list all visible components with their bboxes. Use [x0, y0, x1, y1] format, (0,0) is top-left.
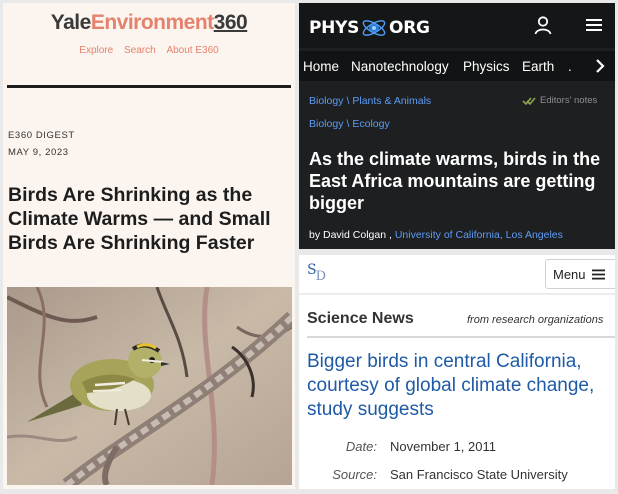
source-label: Source:: [332, 467, 377, 482]
yale-e360-panel: YaleEnvironment360 Explore Search About …: [3, 3, 295, 489]
check-icon: [522, 96, 536, 105]
byline-institution[interactable]: University of California, Los Angeles: [395, 229, 563, 241]
physorg-header: PHYS ORG: [299, 3, 615, 48]
crumb-ecology[interactable]: Ecology: [352, 118, 389, 130]
date-label: Date:: [345, 439, 377, 454]
logo-yale: Yale: [50, 11, 92, 34]
editors-notes-label: Editors' notes: [540, 95, 598, 106]
sciencedaily-logo[interactable]: SD: [307, 262, 327, 284]
menu-icon: [591, 269, 605, 279]
logo-environment: Environment: [90, 11, 214, 34]
breadcrumb-ecology: Biology \ Ecology: [309, 118, 390, 130]
source-value: San Francisco State University: [390, 467, 568, 482]
date-value: November 1, 2011: [390, 439, 496, 454]
article-section[interactable]: E360 DIGEST: [8, 130, 75, 141]
menu-label: Menu: [553, 266, 586, 282]
kinglet-bird-photo: [7, 287, 292, 485]
breadcrumb-plants-animals: Biology \ Plants & Animals: [309, 95, 431, 107]
logo-phys: PHYS: [309, 18, 360, 38]
crumb-separator: \: [346, 118, 350, 130]
nav-nanotechnology[interactable]: Nanotechnology: [351, 59, 449, 74]
byline-author: by David Colgan ,: [309, 229, 392, 241]
physorg-panel: PHYS ORG Home Nanotechnology Physics Ear…: [299, 3, 615, 249]
nav-about[interactable]: About E360: [166, 45, 218, 56]
sciencedaily-panel: SD Menu Science News from research organ…: [299, 255, 615, 489]
logo-d: D: [315, 269, 327, 284]
atom-icon: [362, 20, 386, 36]
yale-nav: Explore Search About E360: [3, 45, 295, 56]
logo-org: ORG: [389, 18, 430, 38]
section-subtitle: from research organizations: [467, 314, 604, 326]
nav-physics[interactable]: Physics: [463, 59, 510, 74]
menu-icon[interactable]: [585, 17, 603, 33]
chevron-right-icon[interactable]: [594, 58, 606, 74]
crumb-plants-animals[interactable]: Plants & Animals: [352, 95, 431, 107]
nav-earth[interactable]: Earth: [522, 59, 554, 74]
header-divider: [299, 293, 615, 295]
physorg-nav: Home Nanotechnology Physics Earth .: [299, 51, 615, 81]
crumb-separator: \: [346, 95, 350, 107]
header-divider: [7, 85, 291, 88]
article-date: MAY 9, 2023: [8, 147, 69, 158]
section-title: Science News: [307, 310, 414, 327]
nav-more[interactable]: .: [568, 59, 572, 74]
editors-notes[interactable]: Editors' notes: [522, 95, 597, 106]
menu-button[interactable]: Menu: [545, 259, 615, 289]
article-byline: by David Colgan , University of Californ…: [309, 229, 563, 241]
nav-search[interactable]: Search: [124, 45, 156, 56]
physorg-logo[interactable]: PHYS ORG: [309, 15, 430, 41]
crumb-biology[interactable]: Biology: [309, 95, 343, 107]
user-icon[interactable]: [533, 15, 553, 35]
crumb-biology-2[interactable]: Biology: [309, 118, 343, 130]
article-headline: As the climate warms, birds in the East …: [309, 149, 601, 213]
yale-e360-logo[interactable]: YaleEnvironment360: [3, 11, 295, 35]
nav-home[interactable]: Home: [303, 59, 339, 74]
section-divider: [307, 336, 615, 338]
nav-explore[interactable]: Explore: [79, 45, 113, 56]
logo-360: 360: [213, 11, 248, 34]
article-headline: Birds Are Shrinking as the Climate Warms…: [8, 184, 271, 254]
article-headline: Bigger birds in central California, cour…: [307, 351, 595, 420]
